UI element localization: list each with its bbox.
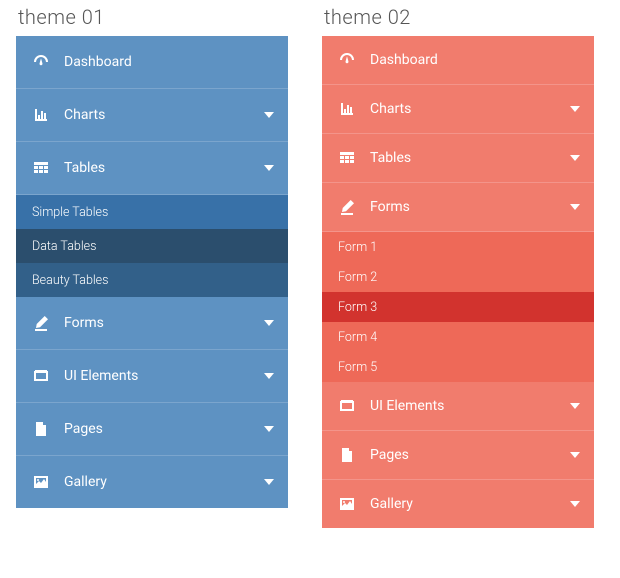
sidebar-item-charts[interactable]: Charts bbox=[322, 85, 594, 134]
caret-down-icon bbox=[570, 501, 580, 507]
caret-down-icon bbox=[570, 204, 580, 210]
caret-down-icon bbox=[264, 373, 274, 379]
caret-down-icon bbox=[570, 403, 580, 409]
sidebar-subitem-form-2[interactable]: Form 2 bbox=[322, 262, 594, 292]
dashboard-icon bbox=[32, 54, 50, 70]
forms-icon bbox=[338, 199, 356, 215]
sidebar-item-label: Dashboard bbox=[64, 54, 132, 70]
theme1-panel: Dashboard Charts Tables Simple Tables Da… bbox=[16, 36, 288, 508]
sidebar-item-label: UI Elements bbox=[370, 398, 444, 414]
sidebar-item-dashboard[interactable]: Dashboard bbox=[322, 36, 594, 85]
pages-icon bbox=[338, 447, 356, 463]
sidebar-subitem-form-3[interactable]: Form 3 bbox=[322, 292, 594, 322]
caret-down-icon bbox=[264, 479, 274, 485]
sidebar-subitem-label: Form 2 bbox=[338, 270, 377, 285]
sidebar-item-gallery[interactable]: Gallery bbox=[322, 480, 594, 528]
caret-down-icon bbox=[570, 155, 580, 161]
tables-icon bbox=[338, 150, 356, 166]
caret-down-icon bbox=[264, 426, 274, 432]
sidebar-subitem-data-tables[interactable]: Data Tables bbox=[16, 229, 288, 263]
caret-down-icon bbox=[570, 106, 580, 112]
theme1-title: theme 01 bbox=[16, 6, 306, 34]
sidebar-subitem-form-5[interactable]: Form 5 bbox=[322, 352, 594, 382]
sidebar-item-label: Charts bbox=[370, 101, 411, 117]
sidebar-subitem-label: Form 4 bbox=[338, 330, 377, 345]
sidebar-subitem-label: Form 5 bbox=[338, 360, 377, 375]
sidebar-item-dashboard[interactable]: Dashboard bbox=[16, 36, 288, 89]
sidebar-item-label: Pages bbox=[64, 421, 103, 437]
sidebar-item-ui-elements[interactable]: UI Elements bbox=[16, 350, 288, 403]
dashboard-icon bbox=[338, 52, 356, 68]
sidebar-item-forms[interactable]: Forms bbox=[322, 183, 594, 232]
sidebar-item-gallery[interactable]: Gallery bbox=[16, 456, 288, 508]
theme2-title: theme 02 bbox=[322, 6, 612, 34]
caret-down-icon bbox=[264, 320, 274, 326]
sidebar-item-label: Gallery bbox=[370, 496, 413, 512]
sidebar-subitem-label: Form 1 bbox=[338, 240, 377, 255]
sidebar-item-pages[interactable]: Pages bbox=[322, 431, 594, 480]
caret-down-icon bbox=[570, 452, 580, 458]
sidebar-item-label: Forms bbox=[370, 199, 410, 215]
sidebar-subitem-form-4[interactable]: Form 4 bbox=[322, 322, 594, 352]
sidebar-item-label: Gallery bbox=[64, 474, 107, 490]
sidebar-item-pages[interactable]: Pages bbox=[16, 403, 288, 456]
gallery-icon bbox=[32, 474, 50, 490]
tables-icon bbox=[32, 160, 50, 176]
sidebar-subitem-simple-tables[interactable]: Simple Tables bbox=[16, 195, 288, 229]
sidebar-item-tables[interactable]: Tables bbox=[16, 142, 288, 195]
sidebar-item-ui-elements[interactable]: UI Elements bbox=[322, 382, 594, 431]
sidebar-item-label: Forms bbox=[64, 315, 104, 331]
sidebar-subitem-label: Form 3 bbox=[338, 300, 377, 315]
sidebar-subitem-beauty-tables[interactable]: Beauty Tables bbox=[16, 263, 288, 297]
pages-icon bbox=[32, 421, 50, 437]
caret-down-icon bbox=[264, 165, 274, 171]
sidebar-item-tables[interactable]: Tables bbox=[322, 134, 594, 183]
sidebar-item-label: Tables bbox=[64, 160, 105, 176]
charts-icon bbox=[338, 101, 356, 117]
sidebar-item-charts[interactable]: Charts bbox=[16, 89, 288, 142]
sidebar-item-label: Charts bbox=[64, 107, 105, 123]
sidebar-item-label: Pages bbox=[370, 447, 409, 463]
caret-down-icon bbox=[264, 112, 274, 118]
sidebar-subitem-label: Beauty Tables bbox=[32, 273, 108, 288]
charts-icon bbox=[32, 107, 50, 123]
sidebar-item-label: Tables bbox=[370, 150, 411, 166]
ui-elements-icon bbox=[338, 398, 356, 414]
sidebar-subitem-label: Data Tables bbox=[32, 239, 96, 254]
forms-icon bbox=[32, 315, 50, 331]
sidebar-subitem-label: Simple Tables bbox=[32, 205, 108, 220]
ui-elements-icon bbox=[32, 368, 50, 384]
sidebar-item-label: UI Elements bbox=[64, 368, 138, 384]
sidebar-item-label: Dashboard bbox=[370, 52, 438, 68]
theme2-panel: Dashboard Charts Tables Forms Form 1 bbox=[322, 36, 594, 528]
gallery-icon bbox=[338, 496, 356, 512]
sidebar-item-forms[interactable]: Forms bbox=[16, 297, 288, 350]
sidebar-subitem-form-1[interactable]: Form 1 bbox=[322, 232, 594, 262]
